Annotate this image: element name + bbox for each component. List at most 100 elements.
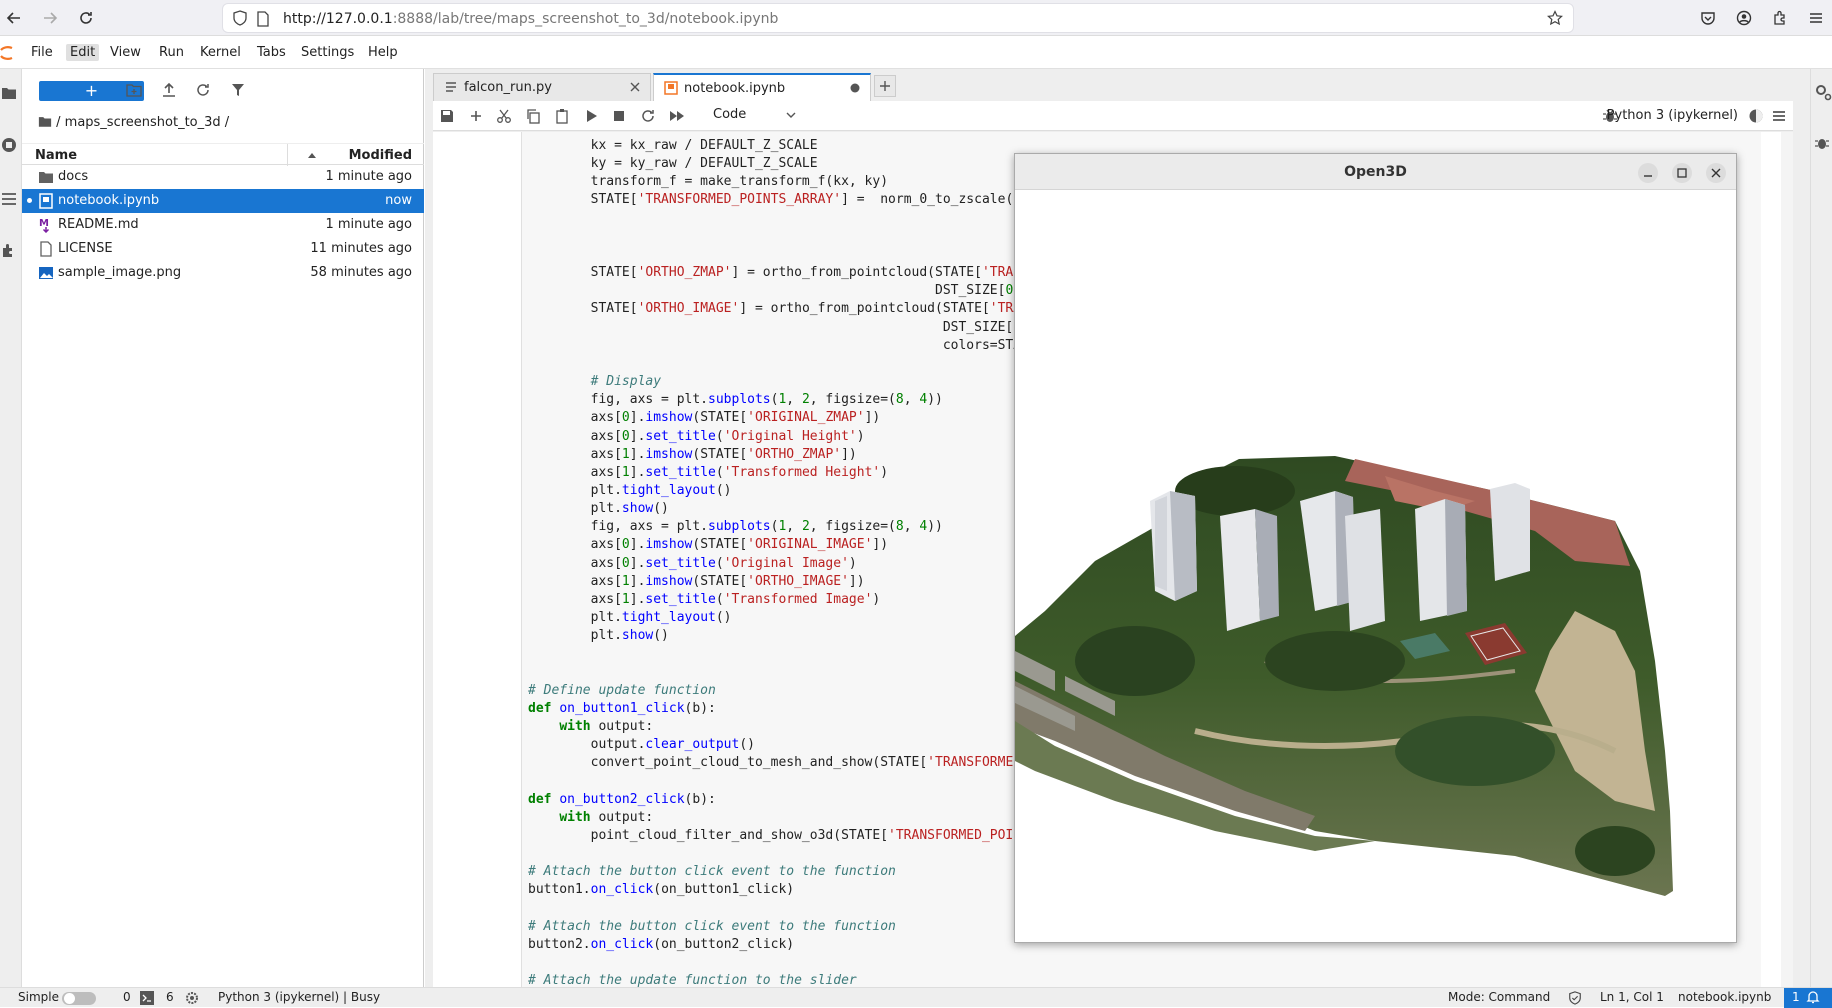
kernel-name[interactable]: Python 3 (ipykernel) [1607, 108, 1738, 123]
forward-arrow-icon[interactable] [38, 6, 62, 30]
code-line[interactable]: # Attach the update function to the slid… [528, 972, 1021, 987]
extension-puzzle-icon[interactable] [1, 243, 19, 261]
open3d-window[interactable]: Open3D [1014, 153, 1737, 943]
code-line[interactable]: DST_SIZE[0 [528, 282, 1021, 300]
back-arrow-icon[interactable] [2, 6, 26, 30]
notebook-scrollbar[interactable] [1781, 132, 1793, 987]
app-menu-icon[interactable] [1804, 6, 1828, 30]
code-line[interactable]: # Define update function [528, 682, 1021, 700]
trusted-shield-icon[interactable] [1568, 991, 1582, 1005]
code-line[interactable]: plt.show() [528, 500, 1021, 518]
code-line[interactable]: fig, axs = plt.subplots(1, 2, figsize=(8… [528, 518, 1021, 536]
menu-view[interactable]: View [106, 44, 145, 61]
code-line[interactable]: ​ [528, 645, 1021, 663]
kernel-count[interactable]: 6 [166, 990, 174, 1004]
upload-icon[interactable] [161, 82, 179, 100]
code-line[interactable]: ​ [528, 845, 1021, 863]
column-modified-header[interactable]: Modified [349, 148, 412, 163]
file-row-selected[interactable]: notebook.ipynb now [22, 189, 424, 213]
stop-icon[interactable] [611, 108, 627, 124]
code-line[interactable]: convert_point_cloud_to_mesh_and_show(STA… [528, 754, 1021, 772]
filter-icon[interactable] [230, 82, 248, 100]
simple-mode-toggle[interactable] [62, 992, 96, 1005]
reload-icon[interactable] [74, 6, 98, 30]
pocket-icon[interactable] [1696, 6, 1720, 30]
code-line[interactable]: ​ [528, 772, 1021, 790]
menu-kernel[interactable]: Kernel [196, 44, 245, 61]
code-line[interactable]: axs[0].set_title('Original Image') [528, 555, 1021, 573]
maximize-button[interactable] [1672, 163, 1692, 183]
menu-help[interactable]: Help [364, 44, 402, 61]
code-line[interactable]: ​ [528, 355, 1021, 373]
running-icon[interactable] [1, 137, 19, 155]
code-line[interactable]: ​ [528, 210, 1021, 228]
breadcrumb-path[interactable]: / maps_screenshot_to_3d / [56, 115, 229, 130]
chevron-down-icon[interactable] [785, 109, 797, 121]
code-line[interactable]: ​ [528, 228, 1021, 246]
insert-cell-icon[interactable] [468, 108, 484, 124]
code-line[interactable]: plt.show() [528, 627, 1021, 645]
code-line[interactable]: with output: [528, 809, 1021, 827]
code-line[interactable]: ky = ky_raw / DEFAULT_Z_SCALE [528, 155, 1021, 173]
code-line[interactable]: button1.on_click(on_button1_click) [528, 881, 1021, 899]
file-row[interactable]: docs 1 minute ago [22, 165, 424, 189]
kernel-status[interactable]: Python 3 (ipykernel) | Busy [218, 990, 380, 1004]
code-line[interactable]: axs[1].set_title('Transformed Image') [528, 591, 1021, 609]
code-line[interactable]: output.clear_output() [528, 736, 1021, 754]
open3d-titlebar[interactable]: Open3D [1015, 154, 1736, 190]
fast-forward-icon[interactable] [669, 108, 685, 124]
code-line[interactable]: axs[1].imshow(STATE['ORTHO_ZMAP']) [528, 446, 1021, 464]
kernel-gear-icon[interactable] [185, 991, 199, 1005]
add-tab-button[interactable] [874, 75, 896, 97]
file-row[interactable]: sample_image.png 58 minutes ago [22, 261, 424, 285]
code-line[interactable]: ​ [528, 664, 1021, 682]
sort-caret-icon[interactable] [307, 151, 317, 159]
copy-icon[interactable] [525, 108, 541, 124]
code-line[interactable]: transform_f = make_transform_f(kx, ky) [528, 173, 1021, 191]
code-line[interactable]: STATE['ORTHO_ZMAP'] = ortho_from_pointcl… [528, 264, 1021, 282]
account-icon[interactable] [1732, 6, 1756, 30]
menu-settings[interactable]: Settings [297, 44, 358, 61]
code-editor[interactable]: kx = kx_raw / DEFAULT_Z_SCALE ky = ky_ra… [528, 137, 1021, 987]
table-of-contents-icon[interactable] [1, 191, 19, 209]
tab-falcon-run[interactable]: falcon_run.py [433, 73, 651, 101]
code-line[interactable]: ​ [528, 900, 1021, 918]
code-line[interactable]: fig, axs = plt.subplots(1, 2, figsize=(8… [528, 391, 1021, 409]
unsaved-dot-icon[interactable] [848, 81, 862, 95]
menu-file[interactable]: File [27, 44, 57, 61]
breadcrumb[interactable]: / maps_screenshot_to_3d / [38, 115, 229, 130]
cell-type-select[interactable]: Code [713, 107, 746, 122]
code-line[interactable]: ​ [528, 246, 1021, 264]
terminal-count[interactable]: 0 [123, 990, 131, 1004]
code-line[interactable]: DST_SIZE[ [528, 319, 1021, 337]
code-line[interactable]: STATE['TRANSFORMED_POINTS_ARRAY'] = norm… [528, 191, 1021, 209]
code-line[interactable]: def on_button2_click(b): [528, 791, 1021, 809]
code-line[interactable]: plt.tight_layout() [528, 609, 1021, 627]
menu-edit[interactable]: Edit [66, 44, 100, 61]
folder-icon[interactable] [38, 115, 52, 128]
code-line[interactable]: with output: [528, 718, 1021, 736]
paste-icon[interactable] [554, 108, 570, 124]
debugger-bug-icon[interactable] [1814, 135, 1830, 151]
extensions-icon[interactable] [1768, 6, 1792, 30]
save-icon[interactable] [439, 108, 455, 124]
bookmark-star-icon[interactable] [1547, 10, 1563, 26]
cut-icon[interactable] [496, 108, 512, 124]
code-line[interactable]: axs[1].set_title('Transformed Height') [528, 464, 1021, 482]
column-name-header[interactable]: Name [35, 148, 77, 163]
notifications-button[interactable]: 1 [1784, 988, 1832, 1008]
address-bar[interactable]: http://127.0.0.1:8888/lab/tree/maps_scre… [222, 3, 1574, 33]
code-line[interactable]: # Attach the button click event to the f… [528, 918, 1021, 936]
code-line[interactable]: plt.tight_layout() [528, 482, 1021, 500]
refresh-icon[interactable] [195, 82, 213, 100]
code-line[interactable]: axs[0].set_title('Original Height') [528, 428, 1021, 446]
shield-icon[interactable] [232, 10, 248, 26]
code-line[interactable]: ​ [528, 954, 1021, 972]
close-button[interactable] [1706, 163, 1726, 183]
close-icon[interactable] [628, 80, 642, 94]
code-line[interactable]: point_cloud_filter_and_show_o3d(STATE['T… [528, 827, 1021, 845]
menu-tabs[interactable]: Tabs [253, 44, 290, 61]
cursor-position[interactable]: Ln 1, Col 1 [1600, 990, 1664, 1004]
code-line[interactable]: colors=STA [528, 337, 1021, 355]
code-line[interactable]: # Display [528, 373, 1021, 391]
